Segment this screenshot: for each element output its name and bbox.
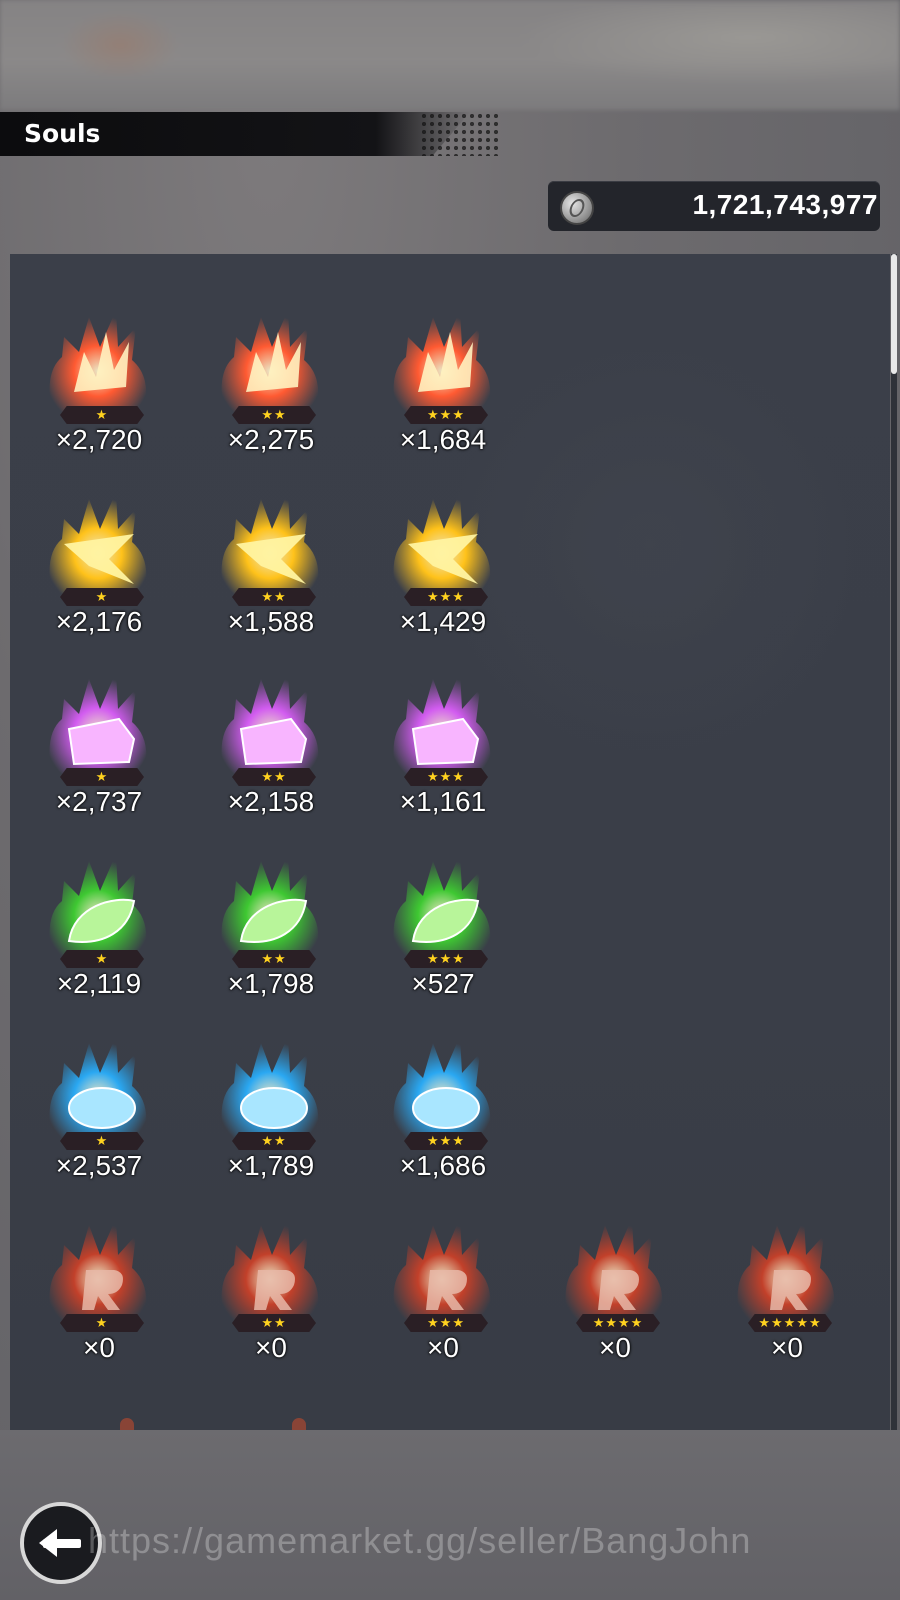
soul-quantity: ×1,684: [399, 424, 487, 455]
soul-quantity: ×1,161: [399, 786, 487, 817]
rarity-stars: ★★★: [404, 1314, 488, 1332]
rarity-stars: ★★★: [404, 1132, 488, 1150]
soul-item[interactable]: ★★ ×0: [206, 1210, 336, 1390]
page-title: Souls: [24, 119, 101, 148]
rarity-stars: ★★: [232, 1314, 316, 1332]
rarity-stars: ★★: [232, 768, 316, 786]
soul-item[interactable]: ★★★ ×0: [378, 1210, 508, 1390]
soul-quantity: ×2,176: [55, 606, 143, 637]
soul-item[interactable]: ★★ ×2,158: [206, 664, 336, 844]
scrollbar-thumb[interactable]: [891, 254, 897, 374]
soul-quantity: ×2,537: [55, 1150, 143, 1181]
soul-item[interactable]: ★★★ ×1,684: [378, 302, 508, 482]
soul-quantity: ×2,158: [227, 786, 315, 817]
rarity-stars: ★★★★: [576, 1314, 660, 1332]
rarity-stars: ★★★: [404, 950, 488, 968]
rarity-stars: ★★: [232, 588, 316, 606]
rarity-stars: ★★: [232, 1132, 316, 1150]
rarity-stars: ★★: [232, 950, 316, 968]
rarity-stars: ★: [60, 1132, 144, 1150]
soul-item[interactable]: ★★ ×2,275: [206, 302, 336, 482]
rarity-stars: ★: [60, 950, 144, 968]
watermark-text: https://gamemarket.gg/seller/BangJohn: [88, 1520, 752, 1561]
soul-quantity: ×2,119: [56, 968, 142, 999]
soul-quantity: ×2,737: [55, 786, 143, 817]
soul-quantity: ×2,275: [227, 424, 315, 455]
soul-item[interactable]: ★★★ ×1,686: [378, 1028, 508, 1208]
soul-item[interactable]: ★★ ×1,588: [206, 484, 336, 664]
soul-quantity: ×0: [771, 1332, 803, 1363]
coin-icon: [560, 191, 594, 225]
soul-item[interactable]: ★ ×2,537: [34, 1028, 164, 1208]
rarity-stars: ★★★: [404, 768, 488, 786]
soul-item[interactable]: ★ ×2,176: [34, 484, 164, 664]
rarity-stars: ★★★★★: [748, 1314, 832, 1332]
soul-quantity: ×1,686: [399, 1150, 487, 1181]
rarity-stars: ★★★: [404, 588, 488, 606]
soul-item[interactable]: ★★★ ×1,429: [378, 484, 508, 664]
soul-quantity: ×1,588: [227, 606, 315, 637]
soul-item[interactable]: ★ ×0: [34, 1210, 164, 1390]
soul-quantity: ×0: [83, 1332, 115, 1363]
soul-item[interactable]: ★★★★★ ×0: [722, 1210, 852, 1390]
soul-item[interactable]: ★★★★ ×0: [550, 1210, 680, 1390]
scrollbar-track[interactable]: [891, 254, 897, 1430]
rarity-stars: ★: [60, 1314, 144, 1332]
soul-item[interactable]: ★ ×2,119: [34, 846, 164, 1026]
soul-quantity: ×0: [427, 1332, 459, 1363]
rarity-stars: ★★★: [404, 406, 488, 424]
soul-quantity: ×1,798: [227, 968, 315, 999]
rarity-stars: ★: [60, 768, 144, 786]
soul-item[interactable]: ★★★ ×1,161: [378, 664, 508, 844]
rarity-stars: ★: [60, 406, 144, 424]
soul-quantity: ×1,789: [227, 1150, 315, 1181]
soul-quantity: ×1,429: [399, 606, 487, 637]
soul-item[interactable]: ★★★ ×527: [378, 846, 508, 1026]
bottom-bar: [0, 1430, 900, 1600]
soul-item[interactable]: ★ ×2,737: [34, 664, 164, 844]
rarity-stars: ★: [60, 588, 144, 606]
currency-amount: 1,721,743,977: [692, 189, 878, 220]
title-bar-halftone: [420, 112, 500, 156]
soul-quantity: ×527: [411, 968, 475, 999]
soul-item[interactable]: ★ ×2,720: [34, 302, 164, 482]
soul-item[interactable]: ★★ ×1,798: [206, 846, 336, 1026]
rarity-stars: ★★: [232, 406, 316, 424]
soul-quantity: ×2,720: [55, 424, 143, 455]
background-blur: [0, 0, 900, 110]
soul-quantity: ×0: [255, 1332, 287, 1363]
soul-quantity: ×0: [599, 1332, 631, 1363]
soul-item[interactable]: ★★ ×1,789: [206, 1028, 336, 1208]
